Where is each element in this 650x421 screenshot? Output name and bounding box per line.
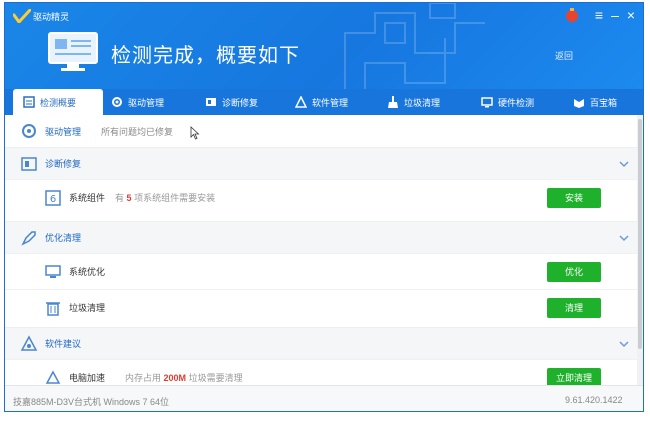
item-description: 有 5 项系统组件需要安装 xyxy=(115,191,215,204)
tab-label: 检测概要 xyxy=(40,97,77,108)
summary-list: 驱动管理 所有问题均已修复 诊断修复 6 系统组件 有 5 项系统组件需要安装 … xyxy=(5,115,643,385)
app-window: 驱动精灵 ≡ – × 检测完成，概要如下 返回 检测概要 驱动管理 诊断修复 软… xyxy=(4,2,644,412)
item-label: 系统组件 xyxy=(69,193,106,203)
speed-icon xyxy=(45,369,61,384)
minimize-button[interactable]: – xyxy=(607,7,623,23)
section-software[interactable]: 软件建议 xyxy=(5,327,637,359)
gear-icon xyxy=(22,124,36,138)
chevron-down-icon[interactable] xyxy=(619,159,629,169)
tab-hardware[interactable]: 硬件检测 xyxy=(481,89,561,115)
section-label: 优化清理 xyxy=(45,233,82,243)
tab-label: 百宝箱 xyxy=(590,97,618,108)
banner-title: 检测完成，概要如下 xyxy=(111,45,300,67)
toolbox-icon xyxy=(574,99,584,108)
mouse-cursor-icon xyxy=(190,126,200,140)
vertical-scrollbar[interactable] xyxy=(637,115,643,385)
back-link[interactable]: 返回 xyxy=(555,49,573,62)
component-icon: 6 xyxy=(45,189,61,206)
system-info: 技嘉885M-D3V台式机 Windows 7 64位 xyxy=(13,397,170,407)
triangle-icon xyxy=(295,96,307,108)
section-note: 所有问题均已修复 xyxy=(101,126,174,137)
item-label: 电脑加速 xyxy=(69,373,106,383)
tab-label: 垃圾清理 xyxy=(404,97,441,108)
section-label: 软件建议 xyxy=(45,339,82,349)
status-bar: 技嘉885M-D3V台式机 Windows 7 64位 9.61.420.142… xyxy=(5,385,643,411)
install-button[interactable]: 安装 xyxy=(547,187,601,208)
section-label[interactable]: 驱动管理 xyxy=(45,125,81,138)
header-banner: 驱动精灵 ≡ – × 检测完成，概要如下 返回 xyxy=(5,3,643,89)
tab-label: 诊断修复 xyxy=(222,97,259,108)
clean-button[interactable]: 清理 xyxy=(547,297,601,318)
app-title: 驱动精灵 xyxy=(33,12,70,22)
close-button[interactable]: × xyxy=(623,7,639,23)
tab-driver-manage[interactable]: 驱动管理 xyxy=(111,89,191,115)
list-item-junk-clean: 垃圾清理 清理 xyxy=(5,289,637,325)
item-label: 系统优化 xyxy=(69,267,106,277)
section-optimize[interactable]: 优化清理 xyxy=(5,221,637,253)
section-label: 诊断修复 xyxy=(45,159,82,169)
skin-icon[interactable] xyxy=(565,8,579,22)
tab-bar: 检测概要 驱动管理 诊断修复 软件管理 垃圾清理 硬件检测 百宝箱 xyxy=(5,89,643,115)
monitor-icon xyxy=(481,97,493,108)
menu-button[interactable]: ≡ xyxy=(591,7,607,23)
tab-software[interactable]: 软件管理 xyxy=(295,89,375,115)
count-value: 5 xyxy=(126,193,132,203)
rocket-icon xyxy=(21,230,36,246)
desc-prefix: 内存占用 xyxy=(125,373,162,383)
version-label: 9.61.420.1422 xyxy=(565,395,623,405)
report-icon xyxy=(23,96,35,108)
gear-icon xyxy=(112,97,122,107)
chevron-down-icon[interactable] xyxy=(619,339,629,349)
item-description: 内存占用 200M 垃圾需要清理 xyxy=(125,371,243,384)
desc-suffix: 项系统组件需要安装 xyxy=(134,193,216,203)
tab-diagnose[interactable]: 诊断修复 xyxy=(205,89,285,115)
list-item-system-component: 6 系统组件 有 5 项系统组件需要安装 安装 xyxy=(5,179,637,215)
scroll-thumb[interactable] xyxy=(638,119,642,349)
tab-toolbox[interactable]: 百宝箱 xyxy=(573,89,643,115)
desc-suffix: 垃圾需要清理 xyxy=(188,373,243,383)
tab-label: 驱动管理 xyxy=(128,97,165,108)
broom-icon xyxy=(388,96,398,108)
tab-label: 硬件检测 xyxy=(498,97,535,108)
list-item-computer-accel: 电脑加速 内存占用 200M 垃圾需要清理 立即清理 xyxy=(5,359,637,385)
diagnose-icon xyxy=(21,156,37,171)
svg-text:6: 6 xyxy=(50,194,56,205)
section-diagnose[interactable]: 诊断修复 xyxy=(5,147,637,179)
monitor-icon xyxy=(45,264,61,278)
item-label: 垃圾清理 xyxy=(69,303,106,313)
wrench-icon xyxy=(206,98,216,106)
desc-prefix: 有 xyxy=(115,193,125,203)
amount-value: 200M xyxy=(163,373,187,383)
tab-summary[interactable]: 检测概要 xyxy=(13,89,103,115)
optimize-button[interactable]: 优化 xyxy=(547,261,601,282)
monitor-report-icon xyxy=(48,32,98,71)
section-driver: 驱动管理 所有问题均已修复 xyxy=(5,115,637,147)
clean-now-button[interactable]: 立即清理 xyxy=(547,367,601,385)
app-logo-icon xyxy=(13,9,31,23)
triangle-icon xyxy=(20,334,38,351)
list-item-system-optimize: 系统优化 优化 xyxy=(5,253,637,289)
trash-icon xyxy=(46,301,60,316)
chevron-down-icon[interactable] xyxy=(619,233,629,243)
tab-label: 软件管理 xyxy=(312,97,349,108)
tab-junk-clean[interactable]: 垃圾清理 xyxy=(387,89,467,115)
decorative-pattern xyxy=(344,3,485,89)
